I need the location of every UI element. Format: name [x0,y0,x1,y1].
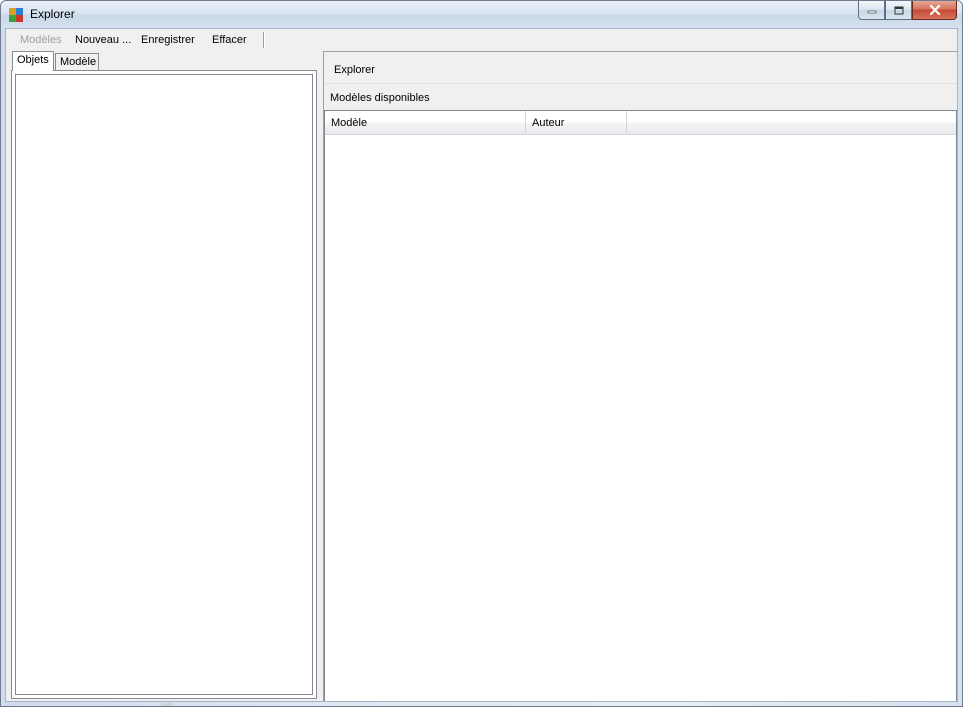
maximize-button[interactable] [885,1,912,20]
window-controls [858,1,957,20]
menu-separator [263,32,265,48]
main-window: Explorer Modèles Nouveau ... Enregistrer… [0,0,963,707]
column-auteur-label: Auteur [532,117,565,129]
column-modele[interactable]: Modèle [325,111,526,134]
available-models-header: Modèles disponibles [324,84,957,110]
minimize-icon [867,10,876,14]
maximize-icon [894,6,903,14]
window-title: Explorer [30,7,75,21]
bottom-grip [161,703,173,706]
close-button[interactable] [912,1,957,20]
title-bar[interactable]: Explorer [1,1,962,28]
available-models-label: Modèles disponibles [330,92,430,104]
column-auteur[interactable]: Auteur [526,111,627,134]
menu-enregistrer[interactable]: Enregistrer [141,34,195,46]
tab-objets-label: Objets [17,54,49,66]
objets-tab-panel [11,70,317,699]
explorer-panel: Explorer Modèles disponibles Modèle Aute… [323,51,957,701]
tab-objets[interactable]: Objets [12,51,54,71]
menu-bar: Modèles Nouveau ... Enregistrer Effacer [6,29,957,51]
client-area: Modèles Nouveau ... Enregistrer Effacer … [5,28,958,702]
list-header: Modèle Auteur [325,111,956,135]
app-icon [9,8,23,22]
minimize-button[interactable] [858,1,885,20]
tab-modele[interactable]: Modèle [55,53,99,71]
menu-nouveau[interactable]: Nouveau ... [75,34,131,46]
explorer-header: Explorer [324,52,957,84]
tab-modele-label: Modèle [60,56,97,68]
menu-effacer[interactable]: Effacer [212,34,247,46]
close-icon [929,5,940,15]
explorer-header-label: Explorer [334,64,375,76]
column-modele-label: Modèle [331,117,368,129]
objects-tree[interactable] [15,74,313,695]
models-list[interactable]: Modèle Auteur [324,110,957,701]
menu-modeles: Modèles [20,34,62,46]
